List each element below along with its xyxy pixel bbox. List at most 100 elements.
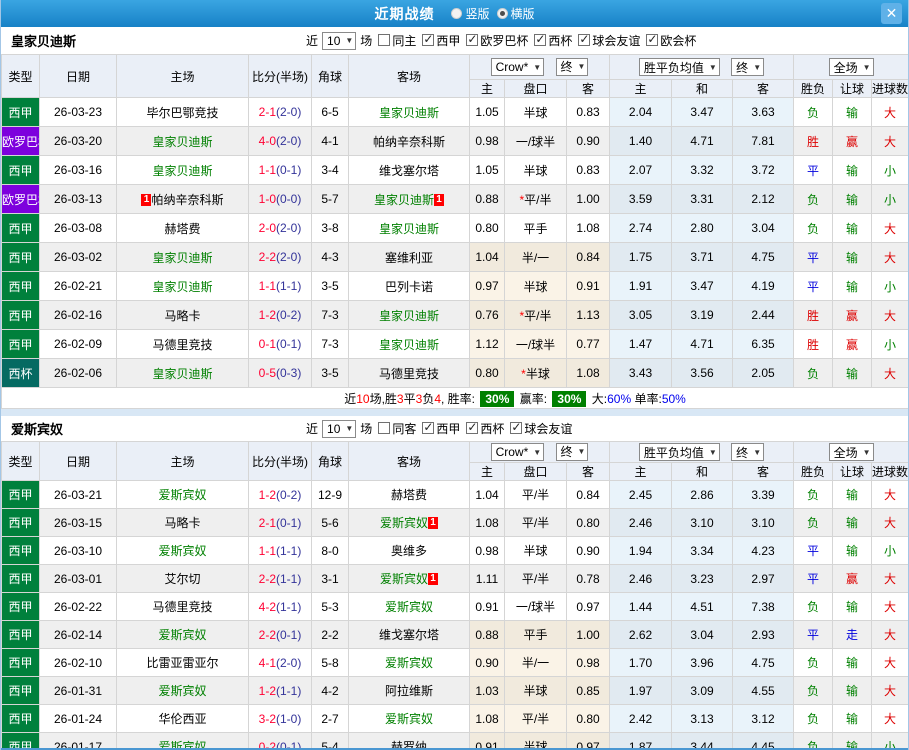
chevron-down-icon: ▼ bbox=[577, 447, 586, 457]
matches-tbody: 西甲 26-03-23 毕尔巴鄂竞技 2-1(2-0) 6-5 皇家贝迪斯 1.05 半球 0.… bbox=[1, 97, 908, 388]
handicap-cell: 一/球半 bbox=[504, 126, 567, 156]
match-row: 西甲 26-03-16 皇家贝迪斯 1-1(0-1) 3-4 维戈塞尔塔 1.05 半球 0.8… bbox=[1, 155, 908, 185]
wdl-mean-cell: 2.46 bbox=[609, 564, 672, 593]
wdl-mean-select[interactable]: 胜平负均值 ▼ bbox=[638, 443, 720, 461]
recent-results-window: 近期战绩 竖版 横版 ✕ 皇家贝迪斯 近 10▼ 场 同主西甲欧罗巴杯西杯球会友… bbox=[0, 0, 909, 750]
match-row: 西甲 26-02-16 马略卡 1-2(0-2) 7-3 皇家贝迪斯 0.76 *平/半 1.1… bbox=[1, 300, 908, 330]
result-cell: 输 bbox=[832, 213, 873, 243]
col-date: 日期 bbox=[39, 54, 117, 98]
scope-select[interactable]: 全场 ▼ bbox=[828, 443, 874, 461]
team-label: 马略卡 bbox=[164, 516, 201, 530]
score-cell: 0-1(0-1) bbox=[248, 329, 312, 359]
result-cell: 胜 bbox=[793, 126, 834, 156]
result-cell: 赢 bbox=[832, 329, 873, 359]
league-checkbox[interactable]: 西杯 bbox=[466, 420, 504, 437]
home-team: 比雷亚雷亚尔 bbox=[116, 648, 249, 677]
team-label: 爱斯宾奴 bbox=[384, 712, 433, 726]
team-label: 塞维利亚 bbox=[384, 250, 433, 265]
team-label: 皇家贝迪斯 bbox=[378, 105, 439, 120]
col-mean-draw: 和 bbox=[671, 79, 733, 98]
league-checkbox[interactable]: 球会友谊 bbox=[578, 32, 640, 49]
handicap-cell: 平/半 bbox=[504, 564, 567, 593]
team-label: 马略卡 bbox=[164, 308, 201, 323]
wdl-mean-cell: 3.56 bbox=[671, 358, 733, 388]
layout-radio-horizontal[interactable]: 横版 bbox=[496, 5, 535, 22]
fulltime-score: 1-1 bbox=[258, 163, 276, 177]
away-team: 阿拉维斯 bbox=[348, 676, 470, 705]
wdl-mean-cell: 2.97 bbox=[731, 564, 795, 593]
odds-cell: 0.91 bbox=[469, 592, 505, 621]
odds-cell: 0.88 bbox=[469, 620, 505, 649]
wdl-mean-value: 胜平负均值 bbox=[643, 445, 704, 460]
handicap-cell: 平手 bbox=[504, 213, 567, 243]
odds-period-select[interactable]: 终 ▼ bbox=[555, 442, 589, 461]
league-checkbox[interactable]: 西杯 bbox=[534, 32, 572, 49]
league-checkbox[interactable]: 西甲 bbox=[422, 32, 460, 49]
home-team: 1 帕纳辛奈科斯 bbox=[116, 184, 249, 214]
team-label: 赫塔费 bbox=[164, 221, 201, 236]
corner-cell: 3-4 bbox=[311, 155, 349, 185]
games-count-value: 10 bbox=[327, 33, 341, 48]
match-row: 西甲 26-03-08 赫塔费 2-0(2-0) 3-8 皇家贝迪斯 0.80 平手 1.08 2… bbox=[1, 213, 908, 243]
col-odds-handicap: 盘口 bbox=[504, 79, 567, 98]
same-venue-checkbox[interactable]: 同客 bbox=[378, 420, 416, 437]
wdl-period-value: 终 bbox=[736, 60, 749, 75]
result-cell: 输 bbox=[832, 592, 873, 621]
wdl-mean-cell: 4.55 bbox=[731, 676, 795, 705]
handicap-cell: 半球 bbox=[504, 271, 567, 301]
games-count-select[interactable]: 10 ▼ bbox=[322, 31, 357, 50]
result-cell: 大 bbox=[871, 480, 908, 509]
wdl-mean-cell: 2.62 bbox=[609, 620, 672, 649]
score-cell: 2-1(0-1) bbox=[248, 508, 312, 537]
rate-badge: 30% bbox=[552, 390, 587, 407]
result-cell: 平 bbox=[793, 271, 834, 301]
wdl-period-select[interactable]: 终 ▼ bbox=[731, 58, 765, 76]
league-checkbox[interactable]: 欧会杯 bbox=[646, 32, 696, 49]
away-team: 皇家贝迪斯 bbox=[348, 300, 470, 330]
odds-cell: 0.97 bbox=[566, 732, 610, 750]
games-suffix-label: 场 bbox=[360, 34, 373, 48]
league-checkbox[interactable]: 球会友谊 bbox=[510, 420, 572, 437]
away-team: 塞维利亚 bbox=[348, 242, 470, 272]
league-checkbox[interactable]: 欧罗巴杯 bbox=[466, 32, 528, 49]
same-venue-checkbox[interactable]: 同主 bbox=[378, 32, 416, 49]
odds-source-value: Crow* bbox=[495, 60, 529, 75]
match-row: 西甲 26-01-31 爱斯宾奴 1-2(1-1) 4-2 阿拉维斯 1.03 半球 0.85 1… bbox=[1, 676, 908, 705]
team-label: 维戈塞尔塔 bbox=[378, 163, 439, 178]
games-count-select[interactable]: 10 ▼ bbox=[322, 419, 357, 438]
col-odds-handicap: 盘口 bbox=[504, 462, 567, 481]
scope-select[interactable]: 全场 ▼ bbox=[828, 58, 874, 76]
team-section-espanyol: 爱斯宾奴 近 10▼ 场 同客西甲西杯球会友谊 类型 日期 主场 比分(半场 bbox=[1, 416, 908, 750]
layout-radio-vertical[interactable]: 竖版 bbox=[451, 5, 490, 22]
wdl-mean-cell: 6.35 bbox=[731, 329, 795, 359]
team-label: 皇家贝迪斯 bbox=[152, 163, 213, 178]
match-date: 26-02-06 bbox=[39, 358, 117, 388]
match-row: 西甲 26-03-15 马略卡 2-1(0-1) 5-6 爱斯宾奴 1 1.08 平/半 0.80… bbox=[1, 508, 908, 537]
halftime-score: (2-0) bbox=[276, 221, 302, 235]
odds-cell: 0.98 bbox=[566, 648, 610, 677]
odds-cell: 0.76 bbox=[469, 300, 505, 330]
match-row: 西甲 26-02-22 马德里竞技 4-2(1-1) 5-3 爱斯宾奴 0.91 一/球半 0.… bbox=[1, 592, 908, 621]
odds-period-select[interactable]: 终 ▼ bbox=[555, 57, 589, 76]
team-label: 爱斯宾奴 bbox=[379, 572, 428, 586]
wdl-mean-select[interactable]: 胜平负均值 ▼ bbox=[638, 58, 720, 76]
result-cell: 大 bbox=[871, 242, 908, 272]
odds-source-select[interactable]: Crow* ▼ bbox=[490, 58, 545, 77]
close-icon[interactable]: ✕ bbox=[881, 3, 902, 24]
handicap-label: 半球 bbox=[525, 366, 550, 381]
summary-text: 场,胜 bbox=[369, 391, 397, 406]
odds-source-select[interactable]: Crow* ▼ bbox=[490, 443, 545, 462]
result-cell: 输 bbox=[832, 358, 873, 388]
league-checkbox[interactable]: 西甲 bbox=[422, 420, 460, 437]
away-team: 爱斯宾奴 1 bbox=[348, 508, 470, 537]
wdl-period-select[interactable]: 终 ▼ bbox=[731, 443, 765, 461]
match-date: 26-01-24 bbox=[39, 704, 117, 733]
odds-group-header: Crow* ▼ 终 ▼ bbox=[469, 54, 610, 80]
wdl-mean-cell: 4.19 bbox=[731, 271, 795, 301]
match-date: 26-03-08 bbox=[39, 213, 117, 243]
result-cell: 小 bbox=[871, 271, 908, 301]
match-row: 西甲 26-02-10 比雷亚雷亚尔 4-1(2-0) 5-8 爱斯宾奴 0.90 半/一 0.… bbox=[1, 648, 908, 677]
handicap-label: 平/半 bbox=[524, 308, 552, 323]
competition-badge: 西甲 bbox=[1, 732, 40, 750]
competition-badge: 西甲 bbox=[1, 508, 40, 537]
